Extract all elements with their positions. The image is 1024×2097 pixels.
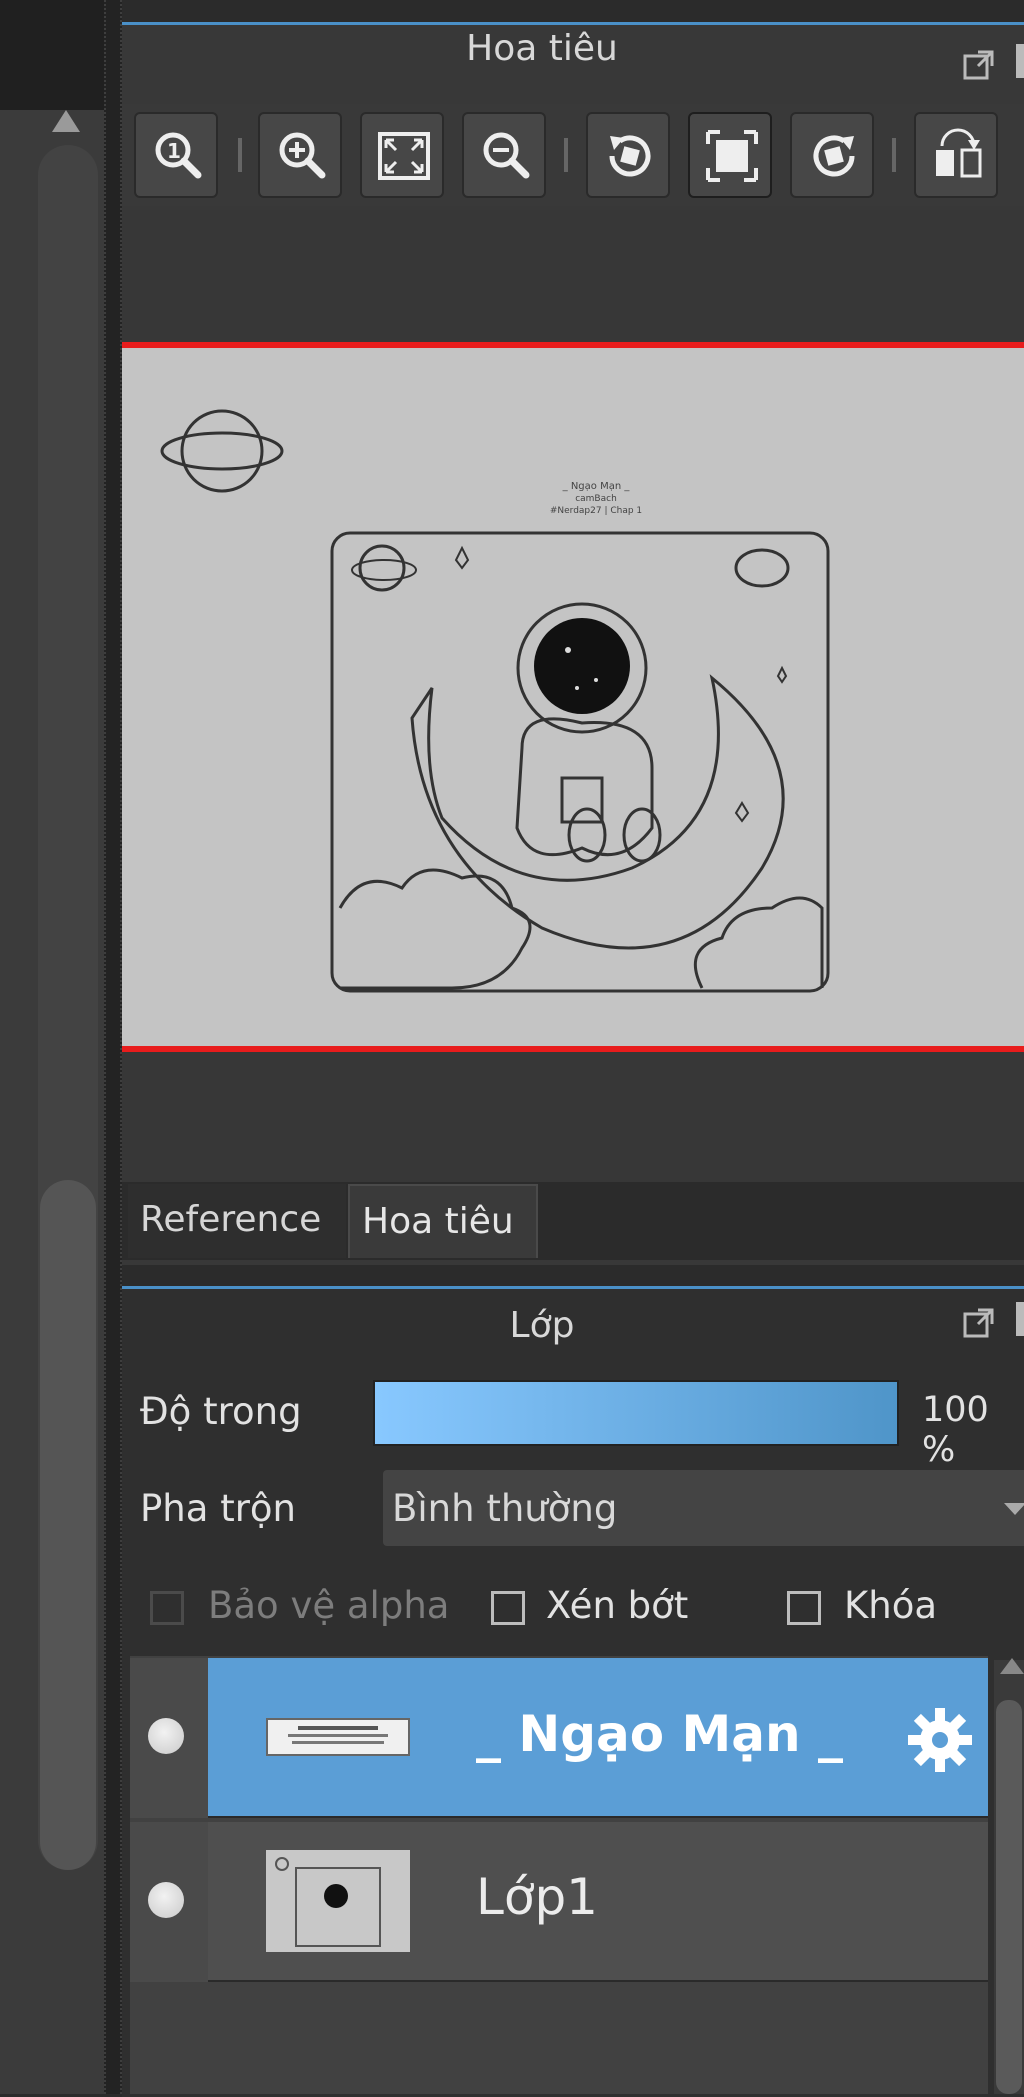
panel-splitter[interactable] xyxy=(104,0,122,2094)
scroll-up-arrow-icon[interactable] xyxy=(52,110,80,132)
toolbar-separator xyxy=(892,138,896,172)
clip-label: Xén bớt xyxy=(546,1584,689,1627)
zoom-in-button[interactable] xyxy=(258,112,342,198)
flip-horizontal-button[interactable] xyxy=(914,112,998,198)
close-panel-icon[interactable] xyxy=(1016,1302,1024,1336)
float-panel-icon[interactable] xyxy=(962,1306,996,1344)
rotate-right-icon xyxy=(813,135,855,177)
float-panel-icon[interactable] xyxy=(962,48,996,86)
rotate-left-icon xyxy=(609,135,651,177)
tab-reference[interactable]: Reference xyxy=(128,1184,346,1258)
layer-thumbnail xyxy=(266,1850,410,1952)
blend-mode-value: Bình thường xyxy=(392,1487,618,1530)
left-top-strip xyxy=(0,0,110,110)
artwork-frame xyxy=(330,531,830,993)
layer-name[interactable]: _ Ngạo Mạn _ xyxy=(476,1705,843,1763)
flip-horizontal-icon xyxy=(936,128,982,178)
toolbar-separator xyxy=(238,138,242,172)
layer-name[interactable]: Lớp1 xyxy=(476,1868,598,1926)
fit-frame-icon xyxy=(706,130,758,182)
protect-alpha-checkbox[interactable] xyxy=(150,1591,184,1625)
lock-checkbox[interactable] xyxy=(787,1591,821,1625)
fit-frame-button[interactable] xyxy=(688,112,772,198)
rotate-right-button[interactable] xyxy=(790,112,874,198)
visibility-toggle-icon[interactable] xyxy=(148,1718,184,1754)
artwork-thumbnail: _ Ngạo Mạn _ camBach #Nerdap27 | Chap 1 xyxy=(160,409,830,993)
toolbar-separator xyxy=(564,138,568,172)
layers-title: Lớp xyxy=(509,1305,575,1346)
opacity-value[interactable]: 100 % xyxy=(922,1390,1024,1470)
protect-alpha-label: Bảo vệ alpha xyxy=(208,1584,450,1627)
zoom-in-icon xyxy=(279,132,326,179)
gear-icon[interactable] xyxy=(904,1704,976,1780)
navigator-preview[interactable]: _ Ngạo Mạn _ camBach #Nerdap27 | Chap 1 xyxy=(122,342,1024,1052)
svg-text:1: 1 xyxy=(167,139,181,163)
opacity-slider[interactable] xyxy=(373,1380,899,1446)
opacity-label: Độ trong xyxy=(140,1390,302,1433)
fit-to-window-button[interactable] xyxy=(360,112,444,198)
zoom-out-icon xyxy=(483,132,530,179)
fit-to-window-icon xyxy=(378,132,430,180)
preview-caption-2: camBach xyxy=(575,494,617,504)
zoom-out-button[interactable] xyxy=(462,112,546,198)
layer-thumbnail xyxy=(266,1718,410,1756)
visibility-toggle-icon[interactable] xyxy=(148,1882,184,1918)
layer-list-scrollbar-thumb[interactable] xyxy=(996,1700,1022,2094)
rotate-left-button[interactable] xyxy=(586,112,670,198)
preview-caption-1: _ Ngạo Mạn _ xyxy=(562,481,631,492)
planet-doodle xyxy=(160,409,284,493)
zoom-actual-icon: 1 xyxy=(155,132,202,179)
tab-navigator[interactable]: Hoa tiêu xyxy=(348,1184,538,1258)
close-panel-icon[interactable] xyxy=(1016,44,1024,78)
clip-checkbox[interactable] xyxy=(491,1591,525,1625)
chevron-down-icon[interactable] xyxy=(1004,1503,1024,1515)
zoom-actual-button[interactable]: 1 xyxy=(134,112,218,198)
scroll-up-arrow-icon[interactable] xyxy=(1000,1658,1024,1674)
left-scrollbar-thumb[interactable] xyxy=(40,1180,96,1870)
navigator-title: Hoa tiêu xyxy=(466,28,618,69)
lock-label: Khóa xyxy=(844,1584,938,1627)
blend-mode-label: Pha trộn xyxy=(140,1487,297,1530)
preview-caption-3: #Nerdap27 | Chap 1 xyxy=(550,506,642,516)
